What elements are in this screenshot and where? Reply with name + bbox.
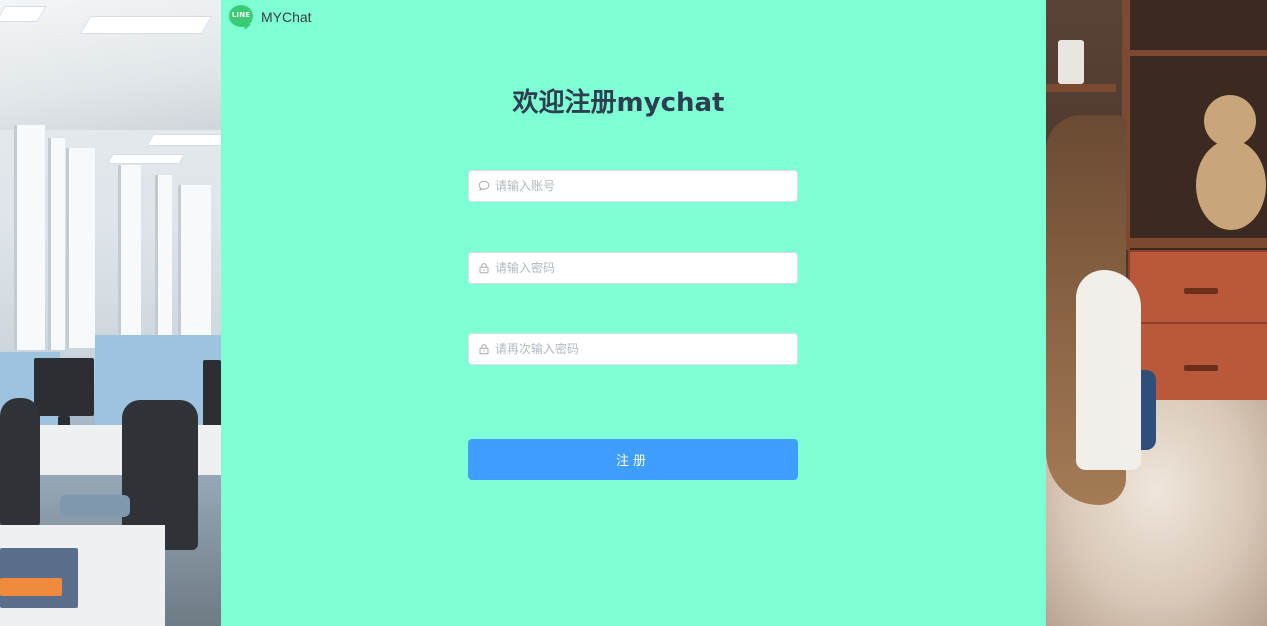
page-title: 欢迎注册mychat	[512, 88, 725, 118]
logo-text: LINE	[231, 11, 251, 19]
lock-icon	[479, 344, 489, 355]
lock-icon	[479, 263, 489, 274]
brand-name: MYChat	[261, 9, 312, 25]
background-photo-office	[0, 0, 221, 626]
account-input[interactable]	[495, 172, 785, 200]
register-button[interactable]: 注册	[468, 439, 798, 480]
brand: LINE MYChat	[229, 5, 312, 32]
password-input[interactable]	[495, 254, 785, 282]
confirm-password-input[interactable]	[495, 335, 785, 363]
background-photo-room	[1046, 0, 1267, 626]
account-field[interactable]	[468, 170, 798, 202]
chat-bubble-icon	[478, 180, 490, 191]
page: LINE MYChat 欢迎注册mychat 请输入账号 注册	[0, 0, 1267, 626]
line-logo-icon: LINE	[229, 5, 253, 32]
register-panel: LINE MYChat 欢迎注册mychat 请输入账号 注册	[221, 0, 1046, 626]
password-field[interactable]	[468, 252, 798, 284]
confirm-password-field[interactable]	[468, 333, 798, 365]
